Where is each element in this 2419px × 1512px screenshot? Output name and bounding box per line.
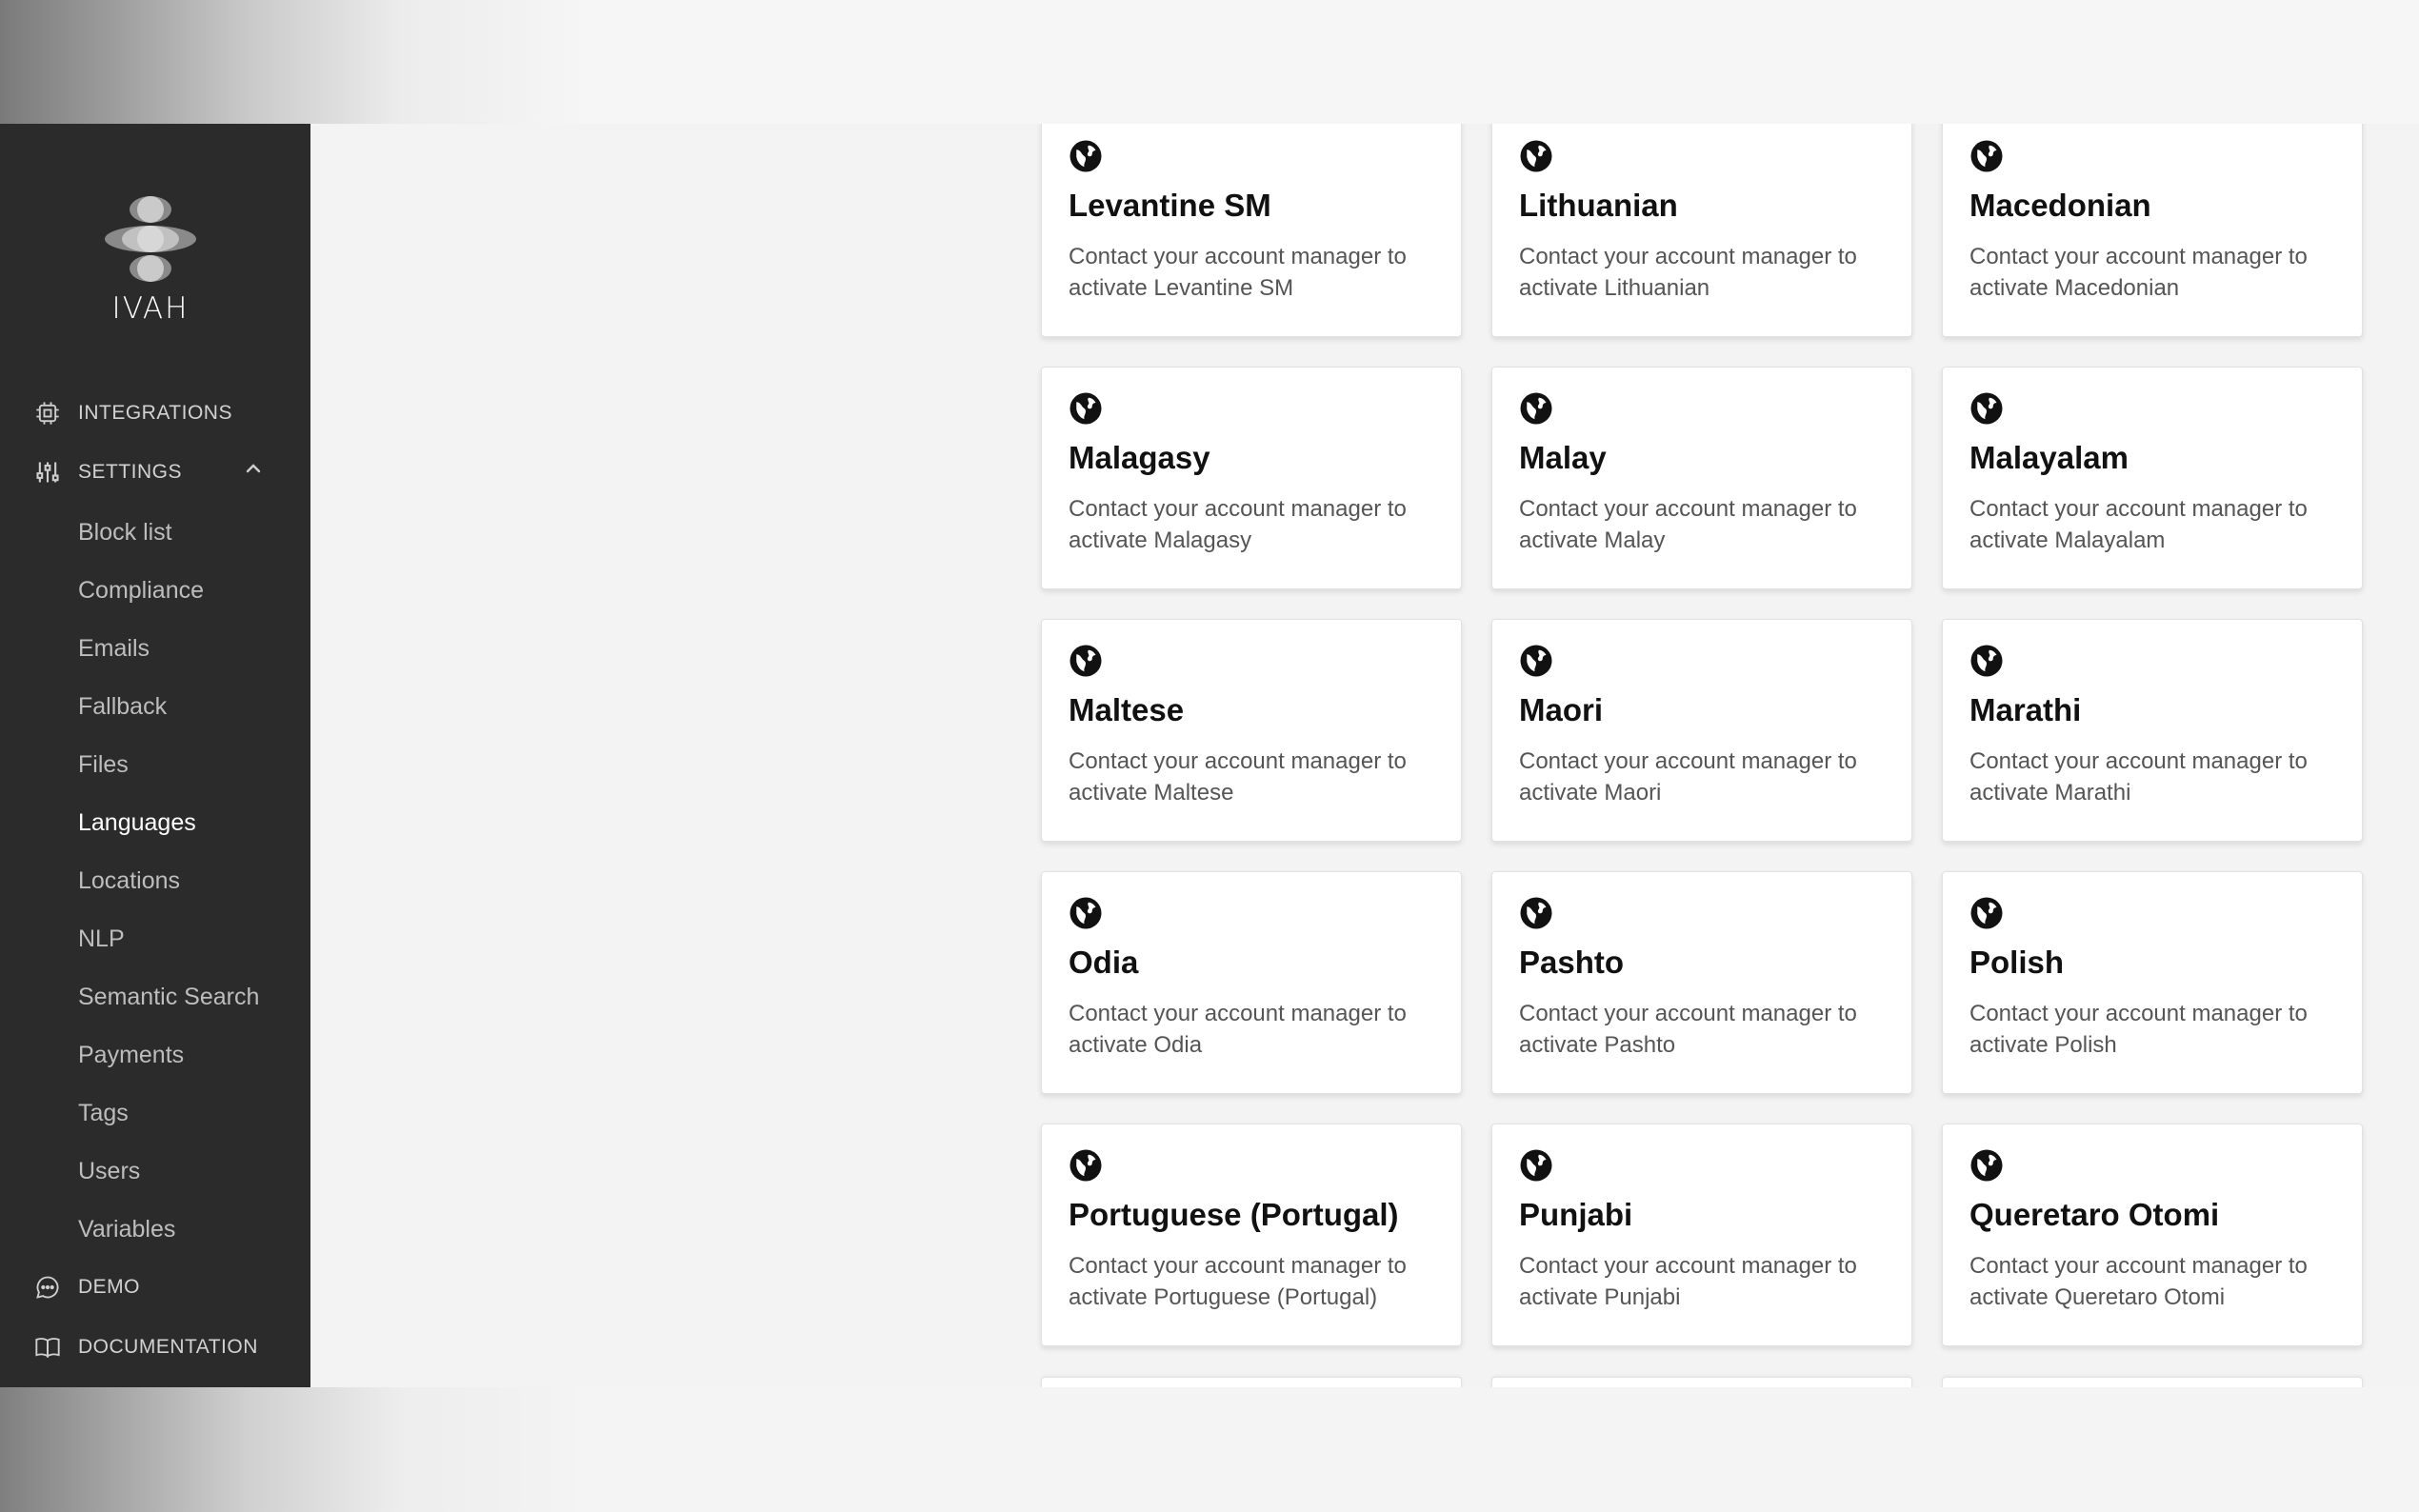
globe-icon	[1519, 896, 1553, 930]
sidebar-item-payments[interactable]: Payments	[78, 1042, 184, 1069]
language-name: Malayalam	[1969, 440, 2129, 475]
language-name: Pashto	[1519, 945, 1625, 980]
nav-demo[interactable]: DEMO	[34, 1274, 140, 1301]
language-card[interactable]: Queretaro Otomi Contact your account mana…	[1942, 1124, 2363, 1346]
globe-icon	[1519, 644, 1553, 678]
language-name: Macedonian	[1969, 188, 2151, 223]
language-name: Punjabi	[1519, 1197, 1633, 1232]
book-icon	[35, 1338, 60, 1359]
globe-icon	[1069, 644, 1103, 678]
language-description: Contact your account manager to activate…	[1519, 1001, 1857, 1058]
ivah-logo	[105, 196, 196, 282]
globe-icon	[1969, 139, 2004, 173]
globe-icon	[1519, 1148, 1553, 1183]
sidebar-item-languages[interactable]: Languages	[78, 809, 196, 837]
language-name: Portuguese (Portugal)	[1069, 1197, 1399, 1232]
language-description: Contact your account manager to activate…	[1069, 1001, 1407, 1058]
language-name: Lithuanian	[1519, 188, 1678, 223]
language-description: Contact your account manager to activate…	[1969, 748, 2308, 806]
sidebar-item-semantic-search[interactable]: Semantic Search	[78, 984, 259, 1011]
globe-icon	[1069, 896, 1103, 930]
language-description: Contact your account manager to activate…	[1969, 1253, 2308, 1310]
language-description: Contact your account manager to activate…	[1519, 244, 1857, 301]
globe-icon	[1069, 1148, 1103, 1183]
language-description: Contact your account manager to activate…	[1069, 1253, 1407, 1310]
language-description: Contact your account manager to activate…	[1969, 244, 2308, 301]
sidebar-item-locations[interactable]: Locations	[78, 867, 180, 895]
language-card[interactable]: Lithuanian Contact your account manager t…	[1491, 124, 1912, 337]
language-card[interactable]: Portuguese (Portugal) Contact your accoun…	[1041, 1124, 1462, 1346]
sidebar: IVAH INTEGRATIONS SETTINGS Block list Co…	[0, 124, 310, 1387]
sidebar-item-fallback[interactable]: Fallback	[78, 693, 167, 721]
globe-icon	[1069, 139, 1103, 173]
nav-documentation-label: DOCUMENTATION	[78, 1336, 258, 1358]
language-card[interactable]: Pashto Contact your account manager to ac…	[1491, 871, 1912, 1094]
globe-icon	[1969, 391, 2004, 426]
nav-integrations-label: INTEGRATIONS	[78, 402, 232, 424]
language-card[interactable]: Levantine SM Contact your account manager…	[1041, 124, 1462, 337]
language-name: Polish	[1969, 945, 2065, 980]
sidebar-item-block-list[interactable]: Block list	[78, 519, 172, 547]
globe-icon	[1519, 139, 1553, 173]
language-name: Queretaro Otomi	[1969, 1197, 2220, 1232]
globe-icon	[1519, 391, 1553, 426]
sliders-icon	[36, 462, 59, 483]
language-card[interactable]: Malayalam Contact your account manager to…	[1942, 367, 2363, 589]
language-name: Maori	[1519, 692, 1604, 727]
language-description: Contact your account manager to activate…	[1969, 1001, 2308, 1058]
language-card[interactable]: Maltese Contact your account manager to a…	[1041, 619, 1462, 842]
language-description: Contact your account manager to activate…	[1069, 244, 1407, 301]
language-card[interactable]: Punjabi Contact your account manager to a…	[1491, 1124, 1912, 1346]
nav-integrations[interactable]: INTEGRATIONS	[34, 400, 232, 427]
sidebar-item-emails[interactable]: Emails	[78, 635, 150, 663]
language-card-partial	[1041, 1377, 1462, 1387]
sidebar-item-users[interactable]: Users	[78, 1158, 140, 1185]
background-frame-bottom	[0, 1387, 2419, 1512]
app-window: IVAH INTEGRATIONS SETTINGS Block list Co…	[0, 124, 2419, 1387]
languages-content: Levantine SM Contact your account manager…	[310, 124, 2419, 1387]
language-description: Contact your account manager to activate…	[1519, 748, 1857, 806]
nav-documentation[interactable]: DOCUMENTATION	[34, 1334, 258, 1361]
globe-icon	[1969, 644, 2004, 678]
language-description: Contact your account manager to activate…	[1519, 496, 1857, 553]
language-card[interactable]: Odia Contact your account manager to acti…	[1041, 871, 1462, 1094]
chat-icon	[36, 1276, 59, 1299]
sidebar-item-nlp[interactable]: NLP	[78, 925, 125, 953]
chevron-up-icon[interactable]	[242, 457, 265, 480]
language-card[interactable]: Malagasy Contact your account manager to …	[1041, 367, 1462, 589]
language-card-partial	[1491, 1377, 1912, 1387]
language-name: Maltese	[1069, 692, 1185, 727]
nav-settings[interactable]: SETTINGS	[34, 459, 182, 486]
chip-icon	[36, 402, 59, 425]
language-name: Malagasy	[1069, 440, 1210, 475]
language-card[interactable]: Macedonian Contact your account manager t…	[1942, 124, 2363, 337]
background-frame-top	[0, 0, 2419, 124]
sidebar-item-files[interactable]: Files	[78, 751, 129, 779]
language-card[interactable]: Maori Contact your account manager to act…	[1491, 619, 1912, 842]
language-name: Marathi	[1969, 692, 2082, 727]
language-description: Contact your account manager to activate…	[1069, 748, 1407, 806]
sidebar-item-tags[interactable]: Tags	[78, 1100, 129, 1127]
language-description: Contact your account manager to activate…	[1519, 1253, 1857, 1310]
language-description: Contact your account manager to activate…	[1969, 496, 2308, 553]
language-name: Malay	[1519, 440, 1607, 475]
nav-settings-label: SETTINGS	[78, 461, 183, 483]
sidebar-item-compliance[interactable]: Compliance	[78, 577, 204, 605]
language-description: Contact your account manager to activate…	[1069, 496, 1407, 553]
language-card[interactable]: Marathi Contact your account manager to a…	[1942, 619, 2363, 842]
globe-icon	[1969, 896, 2004, 930]
globe-icon	[1069, 391, 1103, 426]
language-card-partial	[1942, 1377, 2363, 1387]
language-card[interactable]: Malay Contact your account manager to act…	[1491, 367, 1912, 589]
sidebar-item-variables[interactable]: Variables	[78, 1216, 175, 1243]
nav-demo-label: DEMO	[78, 1276, 140, 1298]
language-name: Odia	[1069, 945, 1139, 980]
language-card[interactable]: Polish Contact your account manager to ac…	[1942, 871, 2363, 1094]
language-name: Levantine SM	[1069, 188, 1271, 223]
globe-icon	[1969, 1148, 2004, 1183]
brand-name: IVAH	[111, 291, 190, 326]
